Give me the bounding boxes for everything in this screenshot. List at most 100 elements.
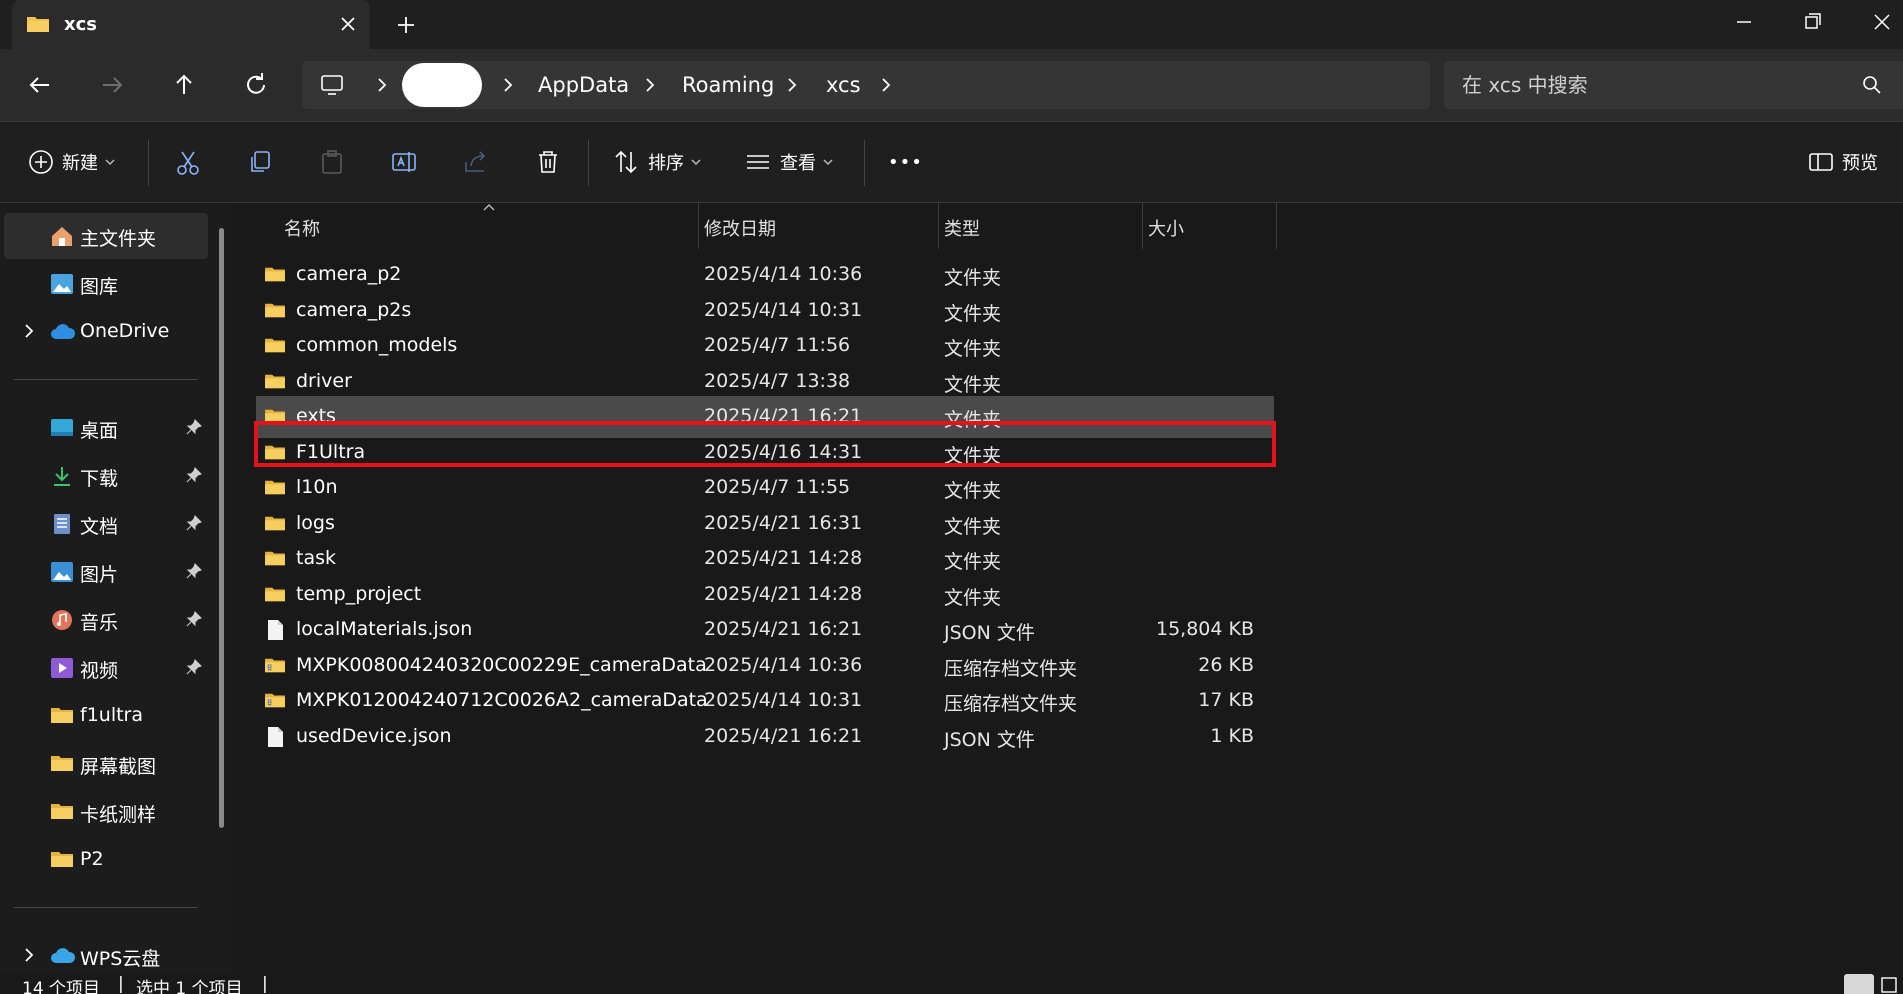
breadcrumb-appdata[interactable]: AppData [538,73,629,97]
column-header-size[interactable]: 大小 [1142,203,1276,249]
column-header-name[interactable]: 名称 [240,203,698,249]
column-header-label: 类型 [944,219,980,240]
file-row[interactable]: usedDevice.json 2025/4/21 16:21 JSON 文件 1 K… [256,716,1274,758]
this-pc-icon[interactable] [320,73,344,97]
restore-icon[interactable] [1790,6,1834,38]
sidebar-item-p2[interactable]: P2 [4,837,208,883]
preview-label: 预览 [1842,153,1878,174]
forward-arrow-icon[interactable] [94,67,130,103]
sidebar-item-onedrive[interactable]: OneDrive [4,309,208,355]
file-type: JSON 文件 [944,728,1035,751]
toolbar-divider [148,140,149,186]
sidebar-item-documents[interactable]: 文档 [4,501,208,547]
minimize-icon[interactable] [1722,6,1766,38]
pin-icon[interactable] [186,611,202,627]
sidebar-item-music[interactable]: 音乐 [4,597,208,643]
file-explorer-window: xcs AppData Roaming xcs 在 xcs 中搜索 新建 排序 … [0,0,1903,994]
sidebar-item-label: 音乐 [80,612,119,634]
column-header-date[interactable]: 修改日期 [698,203,938,249]
redacted-username [402,63,482,107]
chevron-right-icon[interactable] [782,75,802,95]
more-options-button[interactable]: ••• [888,142,923,182]
breadcrumb-xcs[interactable]: xcs [826,73,861,97]
file-size: 15,804 KB [1155,618,1254,640]
sidebar-item-label: 视频 [80,660,119,682]
file-type: 文件夹 [944,480,1002,502]
search-icon[interactable] [1862,75,1882,95]
pin-icon[interactable] [186,563,202,579]
file-date: 2025/4/14 10:31 [704,689,863,711]
chevron-right-icon[interactable] [498,75,518,95]
folder-icon [51,804,73,819]
breadcrumb[interactable]: AppData Roaming xcs [302,61,1430,109]
sidebar-item-label: 卡纸测样 [80,804,157,826]
preview-pane-button[interactable]: 预览 [1808,142,1878,182]
chevron-right-icon[interactable] [20,322,38,340]
pin-icon[interactable] [186,659,202,675]
up-arrow-icon[interactable] [166,67,202,103]
new-button[interactable]: 新建 [28,142,116,182]
tiles-view-icon[interactable] [1880,976,1898,994]
rename-icon [392,152,416,172]
status-bar: 14 个项目 | 选中 1 个项目 | [0,974,1903,994]
sidebar-item-wps-cloud[interactable]: WPS云盘 [4,933,208,979]
download-icon [54,467,70,486]
sidebar-item-downloads[interactable]: 下载 [4,453,208,499]
sidebar-item-home[interactable]: 主文件夹 [4,213,208,259]
chevron-right-icon[interactable] [372,75,392,95]
tab-title: xcs [64,14,97,35]
sidebar-item-f1ultra[interactable]: f1ultra [4,693,208,739]
video-icon [51,658,73,678]
cut-button[interactable] [174,142,202,182]
back-arrow-icon[interactable] [22,67,58,103]
rename-button[interactable] [390,142,418,182]
pin-icon[interactable] [186,419,202,435]
sidebar-scrollbar[interactable] [219,228,224,828]
sidebar-item-pictures[interactable]: 图片 [4,549,208,595]
search-input[interactable] [1462,69,1842,101]
column-header-label: 名称 [284,219,320,240]
column-divider[interactable] [1276,203,1277,249]
preview-pane-icon [1809,153,1833,171]
file-name: camera_p2 [296,263,402,285]
view-label: 查看 [780,153,816,174]
close-window-icon[interactable] [1860,6,1903,38]
pin-icon[interactable] [186,467,202,483]
file-name: l10n [296,476,338,498]
file-type: 文件夹 [944,338,1002,360]
file-icon [264,619,286,646]
folder-icon [264,335,286,359]
file-type: 文件夹 [944,586,1002,609]
tab-xcs[interactable]: xcs [12,0,370,49]
sidebar-item-desktop[interactable]: 桌面 [4,405,208,451]
close-tab-icon[interactable] [334,10,362,38]
paste-button[interactable] [318,142,346,182]
sidebar-item-cardboard-samples[interactable]: 卡纸测样 [4,789,208,835]
share-button[interactable] [462,142,490,182]
file-size: 17 KB [1198,689,1254,711]
column-header-label: 修改日期 [704,219,776,240]
file-name: driver [296,369,352,392]
document-icon [54,514,70,534]
breadcrumb-roaming[interactable]: Roaming [682,73,774,97]
search-box[interactable] [1444,61,1903,109]
item-count: 14 个项目 [22,979,101,994]
delete-button[interactable] [534,142,562,182]
view-button[interactable]: 查看 [744,142,834,182]
new-tab-icon[interactable] [392,11,420,39]
file-date: 2025/4/14 10:31 [704,298,863,321]
details-view-toggle[interactable] [1844,974,1874,994]
chevron-right-icon[interactable] [876,75,896,95]
sidebar-item-videos[interactable]: 视频 [4,645,208,691]
column-header-type[interactable]: 类型 [938,203,1142,249]
pin-icon[interactable] [186,515,202,531]
sidebar-item-gallery[interactable]: 图库 [4,261,208,307]
chevron-right-icon[interactable] [640,75,660,95]
chevron-right-icon[interactable] [20,946,38,964]
sidebar-item-screenshots[interactable]: 屏幕截图 [4,741,208,787]
sort-button[interactable]: 排序 [612,142,702,182]
address-row: AppData Roaming xcs [0,49,1903,121]
refresh-icon[interactable] [238,67,274,103]
sidebar-item-label: 桌面 [80,420,119,442]
copy-button[interactable] [246,142,274,182]
